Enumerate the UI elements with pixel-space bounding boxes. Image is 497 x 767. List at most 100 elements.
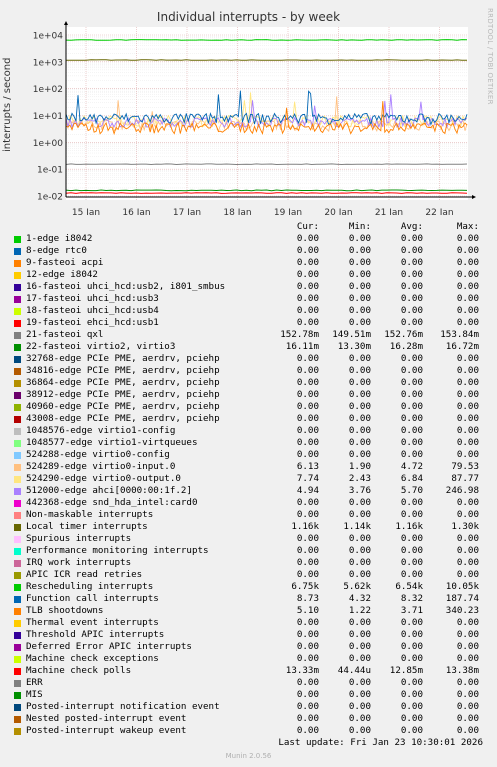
legend-swatch: [14, 416, 21, 423]
legend-label: Nested posted-interrupt event: [26, 713, 187, 724]
value-min: 0.00: [348, 569, 371, 580]
value-max: 0.00: [456, 269, 479, 280]
legend-swatch: [14, 380, 21, 387]
legend-label: 524289-edge virtio0-input.0: [26, 461, 176, 472]
value-cur: 6.75k: [291, 581, 319, 592]
value-min: 0.00: [348, 257, 371, 268]
value-max: 0.00: [456, 437, 479, 448]
value-cur: 0.00: [296, 533, 319, 544]
legend-swatch: [14, 320, 21, 327]
header-avg: Avg:: [400, 221, 423, 232]
legend-swatch: [14, 572, 21, 579]
value-min: 5.62k: [343, 581, 371, 592]
legend-label: Threshold APIC interrupts: [26, 629, 165, 640]
value-max: 0.00: [456, 245, 479, 256]
legend-label: Posted-interrupt wakeup event: [26, 725, 187, 736]
value-min: 0.00: [348, 245, 371, 256]
value-cur: 0.00: [296, 437, 319, 448]
y-tick-label: 1e+00: [33, 139, 64, 149]
series-line: [65, 192, 468, 194]
value-min: 0.00: [348, 677, 371, 688]
legend-row: TLB shootdowns 5.10 1.22 3.71 340.23: [12, 605, 492, 617]
x-axis-arrow: [472, 195, 476, 199]
legend-swatch: [14, 452, 21, 459]
value-min: 0.00: [348, 641, 371, 652]
x-tick-label: 15 Jan: [72, 208, 100, 215]
y-tick-label: 1e+03: [33, 58, 63, 68]
y-tick-label: 1e+01: [33, 112, 63, 122]
value-min: 0.00: [348, 725, 371, 736]
value-min: 0.00: [348, 497, 371, 508]
value-avg: 0.00: [400, 509, 423, 520]
legend-row: 16-fasteoi uhci_hcd:usb2, i801_smbus 0.00…: [12, 281, 492, 293]
legend-label: 524288-edge virtio0-config: [26, 449, 170, 460]
legend-label: Performance monitoring interrupts: [26, 545, 209, 556]
value-avg: 0.00: [400, 389, 423, 400]
value-max: 0.00: [456, 365, 479, 376]
legend-row: 1048576-edge virtio1-config 0.00 0.00 0.00 0…: [12, 425, 492, 437]
legend-swatch: [14, 620, 21, 627]
value-cur: 0.00: [296, 425, 319, 436]
value-avg: 0.00: [400, 233, 423, 244]
value-avg: 0.00: [400, 725, 423, 736]
value-cur: 0.00: [296, 269, 319, 280]
value-avg: 0.00: [400, 413, 423, 424]
legend-label: Machine check polls: [26, 665, 132, 676]
legend-label: TLB shootdowns: [26, 605, 104, 616]
value-avg: 0.00: [400, 245, 423, 256]
legend-swatch: [14, 596, 21, 603]
header-max: Max:: [456, 221, 479, 232]
value-avg: 152.76m: [384, 329, 423, 340]
value-min: 0.00: [348, 305, 371, 316]
value-avg: 0.00: [400, 557, 423, 568]
value-min: 0.00: [348, 689, 371, 700]
x-tick-label: 20 Jan: [324, 208, 352, 215]
legend-row: APIC ICR read retries 0.00 0.00 0.00 0.00: [12, 569, 492, 581]
value-avg: 0.00: [400, 677, 423, 688]
legend-label: 9-fasteoi acpi: [26, 257, 104, 268]
legend-label: 34816-edge PCIe PME, aerdrv, pciehp: [26, 365, 220, 376]
value-min: 44.44u: [337, 665, 371, 676]
value-min: 0.00: [348, 365, 371, 376]
value-avg: 6.54k: [395, 581, 423, 592]
value-cur: 0.00: [296, 713, 319, 724]
value-avg: 0.00: [400, 497, 423, 508]
legend-swatch: [14, 392, 21, 399]
legend-swatch: [14, 284, 21, 291]
value-avg: 16.28m: [389, 341, 423, 352]
value-max: 1.30k: [451, 521, 479, 532]
value-max: 16.72m: [445, 341, 479, 352]
value-max: 0.00: [456, 725, 479, 736]
value-min: 0.00: [348, 437, 371, 448]
value-cur: 0.00: [296, 305, 319, 316]
value-cur: 4.94: [296, 485, 319, 496]
value-min: 0.00: [348, 281, 371, 292]
legend-swatch: [14, 632, 21, 639]
value-cur: 7.74: [296, 473, 319, 484]
value-cur: 0.00: [296, 281, 319, 292]
legend-row: 512000-edge ahci[0000:00:1f.2] 4.94 3.76 5.…: [12, 485, 492, 497]
legend-row: 38912-edge PCIe PME, aerdrv, pciehp 0.00 0…: [12, 389, 492, 401]
value-max: 87.77: [451, 473, 479, 484]
legend-row: 1-edge i8042 0.00 0.00 0.00 0.00: [12, 233, 492, 245]
value-avg: 0.00: [400, 533, 423, 544]
legend-swatch: [14, 608, 21, 615]
value-avg: 0.00: [400, 653, 423, 664]
legend-swatch: [14, 368, 21, 375]
legend-swatch: [14, 512, 21, 519]
legend-label: 40960-edge PCIe PME, aerdrv, pciehp: [26, 401, 220, 412]
series-line: [65, 59, 468, 61]
value-min: 0.00: [348, 701, 371, 712]
legend-row: Rescheduling interrupts 6.75k 5.62k 6.54k 10…: [12, 581, 492, 593]
value-cur: 6.13: [296, 461, 319, 472]
value-min: 149.51m: [332, 329, 371, 340]
legend-row: 9-fasteoi acpi 0.00 0.00 0.00 0.00: [12, 257, 492, 269]
value-cur: 0.00: [296, 569, 319, 580]
value-avg: 0.00: [400, 305, 423, 316]
value-cur: 0.00: [296, 677, 319, 688]
value-min: 0.00: [348, 533, 371, 544]
value-avg: 0.00: [400, 317, 423, 328]
x-tick-label: 17 Jan: [173, 208, 201, 215]
legend-swatch: [14, 464, 21, 471]
value-cur: 0.00: [296, 545, 319, 556]
